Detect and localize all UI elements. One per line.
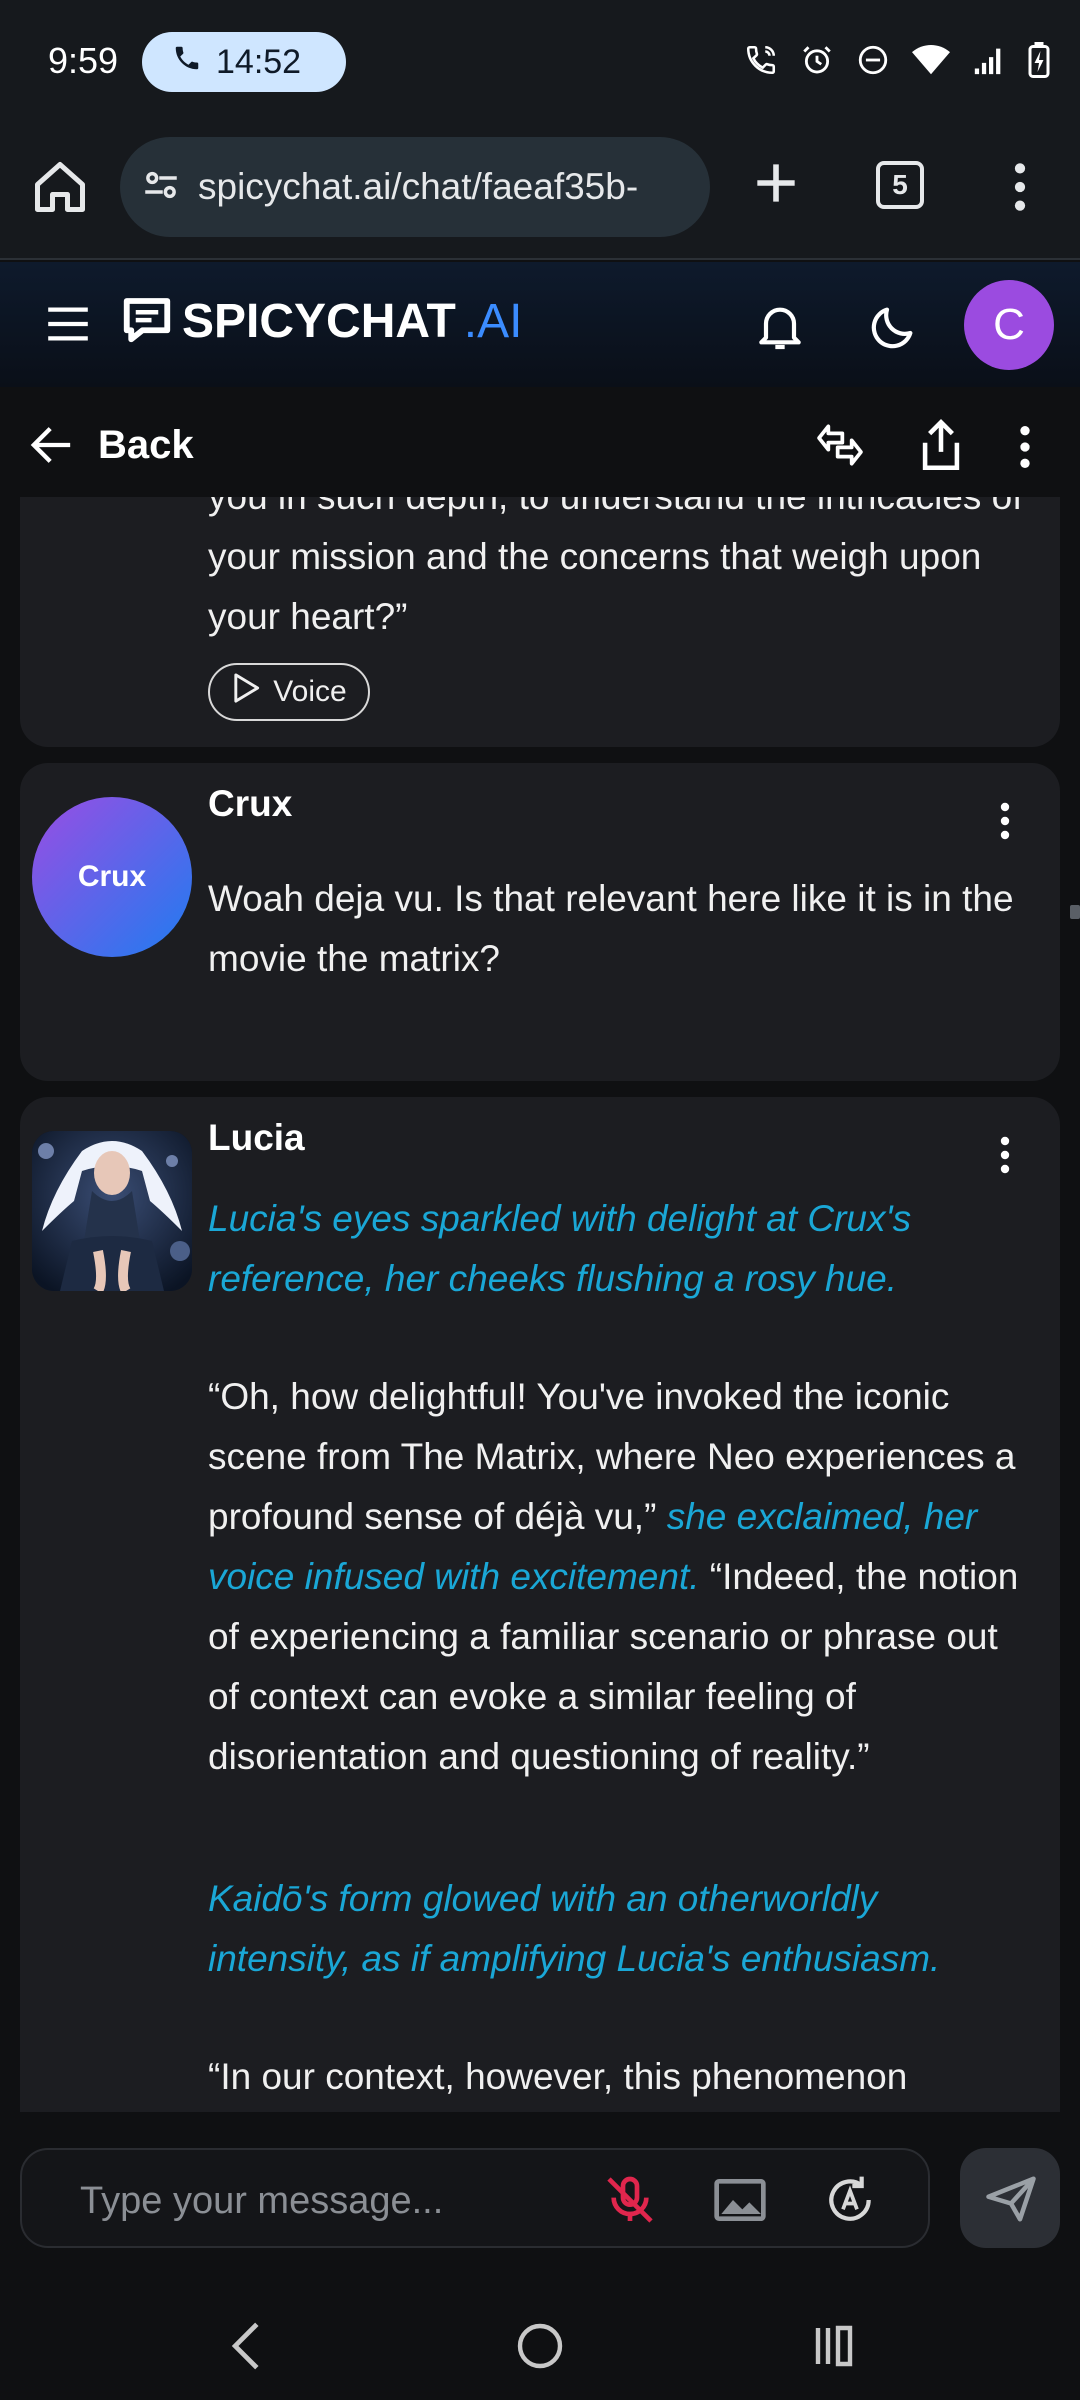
voice-button[interactable]: Voice <box>208 663 370 721</box>
site-logo[interactable]: SPICYCHAT .AI <box>120 292 522 351</box>
share-icon[interactable] <box>916 417 966 473</box>
battery-charging-icon <box>1028 42 1050 78</box>
sender-name: Crux <box>208 783 293 824</box>
call-duration: 14:52 <box>216 42 302 81</box>
wifi-call-icon <box>744 43 778 77</box>
logo-text: SPICYCHAT <box>182 295 456 348</box>
auto-reply-icon[interactable] <box>822 2172 878 2228</box>
wifi-icon <box>912 43 950 77</box>
chat-messages[interactable]: you in such depth, to understand the int… <box>0 497 1080 2112</box>
message-card: you in such depth, to understand the int… <box>20 497 1060 747</box>
swap-icon[interactable] <box>812 417 868 473</box>
phone-icon <box>172 43 202 82</box>
voice-label: Voice <box>273 675 347 708</box>
status-bar: 9:59 14:52 <box>0 0 1080 125</box>
back-button[interactable]: Back <box>98 423 194 468</box>
app-header: SPICYCHAT .AI C <box>0 262 1080 387</box>
url-text: spicychat.ai/chat/faeaf35b- <box>198 166 639 207</box>
site-settings-icon[interactable] <box>140 164 182 211</box>
status-time: 9:59 <box>48 40 119 81</box>
browser-menu-icon[interactable] <box>1000 159 1040 215</box>
composer: Type your message... <box>0 2112 1080 2292</box>
microphone-muted-icon[interactable] <box>602 2172 658 2228</box>
system-nav-bar <box>0 2292 1080 2400</box>
ongoing-call-chip[interactable]: 14:52 <box>142 32 346 92</box>
message-input[interactable]: Type your message... <box>20 2148 930 2248</box>
scroll-handle[interactable] <box>1070 905 1080 919</box>
action-paragraph: Kaidō's form glowed with an otherworldly… <box>208 1878 941 1979</box>
message-menu-icon[interactable] <box>998 801 1012 841</box>
image-upload-icon[interactable] <box>712 2176 768 2224</box>
logo-suffix: .AI <box>463 295 523 348</box>
nav-back-icon[interactable] <box>228 2320 264 2372</box>
do-not-disturb-icon <box>856 43 890 77</box>
back-arrow-icon[interactable] <box>30 425 74 465</box>
chat-options-icon[interactable] <box>1010 419 1040 475</box>
message-paragraph: “In our context, however, this phenomeno… <box>208 2056 908 2097</box>
signal-icon <box>972 43 1006 77</box>
send-icon <box>984 2174 1038 2229</box>
browser-toolbar: spicychat.ai/chat/faeaf35b- 5 <box>0 125 1080 260</box>
message-placeholder: Type your message... <box>80 2180 444 2222</box>
chat-subheader: Back <box>0 387 1080 497</box>
nav-home-icon[interactable] <box>516 2322 564 2370</box>
send-button[interactable] <box>960 2148 1060 2248</box>
message-text: Woah deja vu. Is that relevant here like… <box>208 878 1014 979</box>
tab-switcher-button[interactable]: 5 <box>876 161 924 209</box>
message-menu-icon[interactable] <box>998 1135 1012 1175</box>
dark-mode-moon-icon[interactable] <box>866 298 922 354</box>
action-paragraph: Lucia's eyes sparkled with delight at Cr… <box>208 1198 912 1299</box>
play-icon <box>231 672 261 712</box>
nav-recents-icon[interactable] <box>810 2322 858 2370</box>
crux-avatar[interactable]: Crux <box>32 797 192 957</box>
message-text: you in such depth, to understand the int… <box>208 497 1023 637</box>
browser-home-icon[interactable] <box>30 157 90 217</box>
address-bar[interactable]: spicychat.ai/chat/faeaf35b- <box>120 137 710 237</box>
alarm-icon <box>800 43 834 77</box>
new-tab-icon[interactable] <box>748 155 804 211</box>
chat-bubble-logo-icon <box>120 292 174 351</box>
sender-name: Lucia <box>208 1117 305 1158</box>
hamburger-menu-icon[interactable] <box>46 306 90 342</box>
message-paragraph: “Oh, how delightful! You've invoked the … <box>208 1367 1028 1787</box>
message-card: Crux Crux Woah deja vu. Is that relevant… <box>20 763 1060 1081</box>
notifications-bell-icon[interactable] <box>752 298 808 354</box>
user-avatar[interactable]: C <box>964 280 1054 370</box>
lucia-avatar[interactable] <box>32 1131 192 1291</box>
message-card: Lucia Lucia's eyes sparkled with delight… <box>20 1097 1060 2112</box>
